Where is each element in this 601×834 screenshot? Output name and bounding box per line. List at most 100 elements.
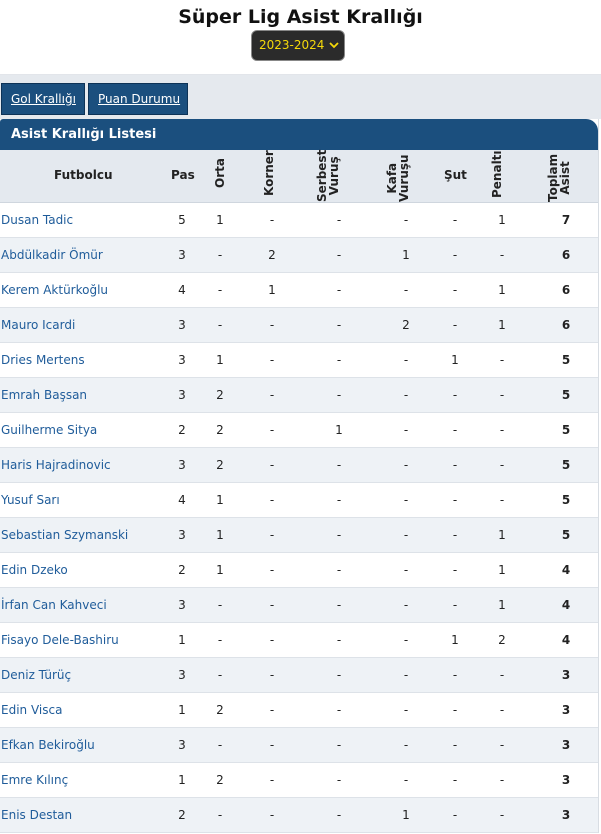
cell-korner: - [269,213,275,227]
cell-penalti: - [499,738,505,752]
cell-penalti: - [499,458,505,472]
col-header-toplam: Toplam Asist [546,154,572,202]
cell-kafa: - [403,493,409,507]
cell-toplam: 5 [561,493,571,507]
cell-sut: - [452,738,458,752]
cell-toplam: 3 [561,808,571,822]
player-link[interactable]: İrfan Can Kahveci [1,588,151,622]
player-link[interactable]: Mauro Icardi [1,308,151,342]
player-link[interactable]: Edin Dzeko [1,553,151,587]
cell-kafa: - [403,598,409,612]
player-link[interactable]: Edin Visca [1,693,151,727]
cell-penalti: 2 [498,633,506,647]
player-link[interactable]: Dries Mertens [1,343,151,377]
cell-serbest: - [336,283,342,297]
cell-orta: - [217,598,223,612]
player-link[interactable]: Efkan Bekiroğlu [1,728,151,762]
cell-toplam: 4 [561,598,571,612]
cell-sut: - [452,493,458,507]
cell-sut: - [452,318,458,332]
col-header-penalti: Penaltı [490,150,504,198]
table-row: Emrah Başsan 3 2 - - - - - 5 [0,378,598,413]
cell-toplam: 6 [561,318,571,332]
cell-sut: - [452,668,458,682]
cell-orta: - [217,633,223,647]
season-select[interactable]: 2023-2024 [251,30,345,61]
cell-orta: 2 [216,458,224,472]
cell-serbest: - [336,213,342,227]
cell-kafa: - [403,528,409,542]
cell-penalti: 1 [498,563,506,577]
cell-pas: 3 [178,738,186,752]
cell-toplam: 6 [561,283,571,297]
cell-penalti: 1 [498,213,506,227]
cell-pas: 2 [178,808,186,822]
cell-kafa: 1 [402,808,410,822]
chevron-down-icon [329,31,339,60]
player-link[interactable]: Kerem Aktürkoğlu [1,273,151,307]
cell-orta: 2 [216,703,224,717]
cell-serbest: - [336,353,342,367]
table-row: Sebastian Szymanski 3 1 - - - - 1 5 [0,518,598,553]
cell-penalti: - [499,388,505,402]
tab-puan-durumu[interactable]: Puan Durumu [88,83,188,115]
table-row: Abdülkadir Ömür 3 - 2 - 1 - - 6 [0,238,598,273]
cell-toplam: 6 [561,248,571,262]
player-link[interactable]: Emre Kılınç [1,763,151,797]
cell-korner: - [269,773,275,787]
cell-pas: 3 [178,668,186,682]
cell-orta: - [217,738,223,752]
cell-toplam: 5 [561,353,571,367]
player-link[interactable]: Abdülkadir Ömür [1,238,151,272]
cell-pas: 1 [178,773,186,787]
player-link[interactable]: Emrah Başsan [1,378,151,412]
col-header-kafa: Kafa Vuruşu [385,154,411,202]
cell-kafa: - [403,388,409,402]
cell-pas: 1 [178,703,186,717]
cell-sut: - [452,703,458,717]
season-select-value: 2023-2024 [259,38,325,52]
cell-toplam: 3 [561,668,571,682]
col-header-toplam-line2: Asist [558,161,572,195]
cell-serbest: - [336,248,342,262]
cell-kafa: - [403,738,409,752]
cell-orta: - [217,283,223,297]
table-row: Efkan Bekiroğlu 3 - - - - - - 3 [0,728,598,763]
col-header-serbest: Serbest Vuruş [315,150,341,202]
player-link[interactable]: Yusuf Sarı [1,483,151,517]
cell-orta: 2 [216,773,224,787]
cell-penalti: 1 [498,598,506,612]
cell-kafa: - [403,353,409,367]
cell-serbest: 1 [335,423,343,437]
cell-korner: - [269,598,275,612]
col-header-pas: Pas [171,168,195,182]
cell-orta: - [217,668,223,682]
table-row: Fisayo Dele-Bashiru 1 - - - - 1 2 4 [0,623,598,658]
table-row: Dries Mertens 3 1 - - - 1 - 5 [0,343,598,378]
cell-korner: - [269,563,275,577]
cell-korner: - [269,738,275,752]
cell-sut: - [452,213,458,227]
table-row: Enis Destan 2 - - - 1 - - 3 [0,798,598,833]
table-row: Edin Visca 1 2 - - - - - 3 [0,693,598,728]
player-link[interactable]: Haris Hajradinovic [1,448,151,482]
tab-gol-kralligi[interactable]: Gol Krallığı [1,83,85,115]
cell-penalti: - [499,703,505,717]
cell-pas: 3 [178,388,186,402]
col-header-kafa-line2: Vuruşu [397,154,411,202]
player-link[interactable]: Dusan Tadic [1,203,151,237]
player-link[interactable]: Fisayo Dele-Bashiru [1,623,151,657]
cell-pas: 4 [178,493,186,507]
player-link[interactable]: Sebastian Szymanski [1,518,151,552]
cell-korner: - [269,808,275,822]
player-link[interactable]: Enis Destan [1,798,151,832]
player-link[interactable]: Deniz Türüç [1,658,151,692]
cell-korner: - [269,668,275,682]
cell-serbest: - [336,668,342,682]
cell-korner: - [269,388,275,402]
cell-serbest: - [336,458,342,472]
cell-kafa: 2 [402,318,410,332]
player-link[interactable]: Guilherme Sitya [1,413,151,447]
cell-penalti: 1 [498,528,506,542]
cell-orta: 1 [216,353,224,367]
